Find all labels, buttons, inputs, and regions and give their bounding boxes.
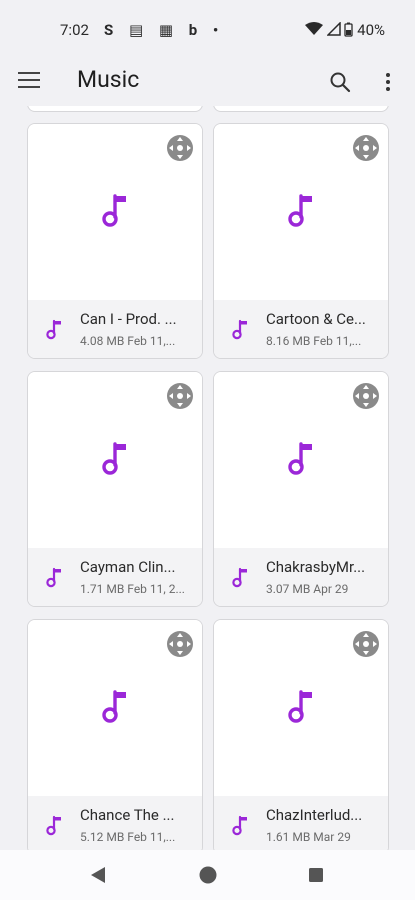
wifi-icon xyxy=(304,22,323,35)
grid-card[interactable]: Can I - Prod. ... 4.08 MB Feb 11,... xyxy=(27,123,203,359)
grid-card[interactable]: ChazInterlud... 1.61 MB Mar 29 xyxy=(213,619,389,850)
file-name: Chance The ... xyxy=(80,806,175,824)
music-note-icon xyxy=(102,442,126,475)
file-meta: 3.07 MB Apr 29 xyxy=(266,582,349,596)
file-name: Cartoon & Ce... xyxy=(266,310,366,328)
page-title: Music xyxy=(77,66,140,93)
battery-percent: 40% xyxy=(357,21,385,39)
recent-apps-icon[interactable] xyxy=(308,867,324,883)
music-note-icon xyxy=(46,815,61,836)
card-info: ChazInterlud... 1.61 MB Mar 29 xyxy=(214,796,388,850)
back-icon[interactable] xyxy=(90,866,106,884)
file-meta: 4.08 MB Feb 11,... xyxy=(80,334,176,348)
file-meta: 1.61 MB Mar 29 xyxy=(266,830,351,844)
music-note-icon xyxy=(46,319,61,340)
menu-icon[interactable] xyxy=(18,72,40,92)
music-note-icon xyxy=(288,442,312,475)
card-info: ChakrasbyMr... 3.07 MB Apr 29 xyxy=(214,548,388,606)
music-note-icon xyxy=(288,690,312,723)
search-icon[interactable] xyxy=(328,70,352,94)
file-meta: 5.12 MB Feb 11,... xyxy=(80,830,176,844)
select-circle-icon[interactable] xyxy=(166,134,194,162)
home-icon[interactable] xyxy=(198,865,218,885)
select-circle-icon[interactable] xyxy=(352,382,380,410)
music-note-icon xyxy=(102,690,126,723)
status-time: 7:02 xyxy=(60,21,89,39)
music-note-icon xyxy=(46,567,61,588)
grid-card[interactable]: Cayman Clin... 1.71 MB Feb 11, 2... xyxy=(27,371,203,607)
battery-icon xyxy=(344,22,354,37)
notification-icons: S ▤ ▦ b • xyxy=(104,21,225,39)
music-note-icon xyxy=(232,319,247,340)
system-nav-bar xyxy=(0,850,415,900)
card-info: Can I - Prod. ... 4.08 MB Feb 11,... xyxy=(28,300,202,358)
file-name: ChazInterlud... xyxy=(266,806,363,824)
card-info: Cartoon & Ce... 8.16 MB Feb 11,... xyxy=(214,300,388,358)
select-circle-icon[interactable] xyxy=(352,630,380,658)
app-bar: Music xyxy=(0,58,415,106)
music-note-icon xyxy=(288,194,312,227)
select-circle-icon[interactable] xyxy=(166,382,194,410)
music-note-icon xyxy=(102,194,126,227)
grid-card[interactable]: Cartoon & Ce... 8.16 MB Feb 11,... xyxy=(213,123,389,359)
file-name: ChakrasbyMr... xyxy=(266,558,366,576)
music-grid: Can I - Prod. ... 4.08 MB Feb 11,... Car… xyxy=(0,106,415,850)
file-name: Cayman Clin... xyxy=(80,558,176,576)
select-circle-icon[interactable] xyxy=(166,630,194,658)
more-options-icon[interactable] xyxy=(378,70,398,94)
grid-card[interactable]: ChakrasbyMr... 3.07 MB Apr 29 xyxy=(213,371,389,607)
music-note-icon xyxy=(232,567,247,588)
select-circle-icon[interactable] xyxy=(352,134,380,162)
file-meta: 1.71 MB Feb 11, 2... xyxy=(80,582,185,596)
grid-card-partial[interactable] xyxy=(27,106,203,112)
status-bar: 7:02 S ▤ ▦ b • 40% xyxy=(0,0,415,58)
card-info: Chance The ... 5.12 MB Feb 11,... xyxy=(28,796,202,850)
signal-icon xyxy=(325,21,341,36)
music-note-icon xyxy=(232,815,247,836)
status-right: 40% xyxy=(304,21,385,39)
card-info: Cayman Clin... 1.71 MB Feb 11, 2... xyxy=(28,548,202,606)
file-meta: 8.16 MB Feb 11,... xyxy=(266,334,362,348)
grid-card-partial[interactable] xyxy=(213,106,389,112)
file-name: Can I - Prod. ... xyxy=(80,310,177,328)
grid-card[interactable]: Chance The ... 5.12 MB Feb 11,... xyxy=(27,619,203,850)
